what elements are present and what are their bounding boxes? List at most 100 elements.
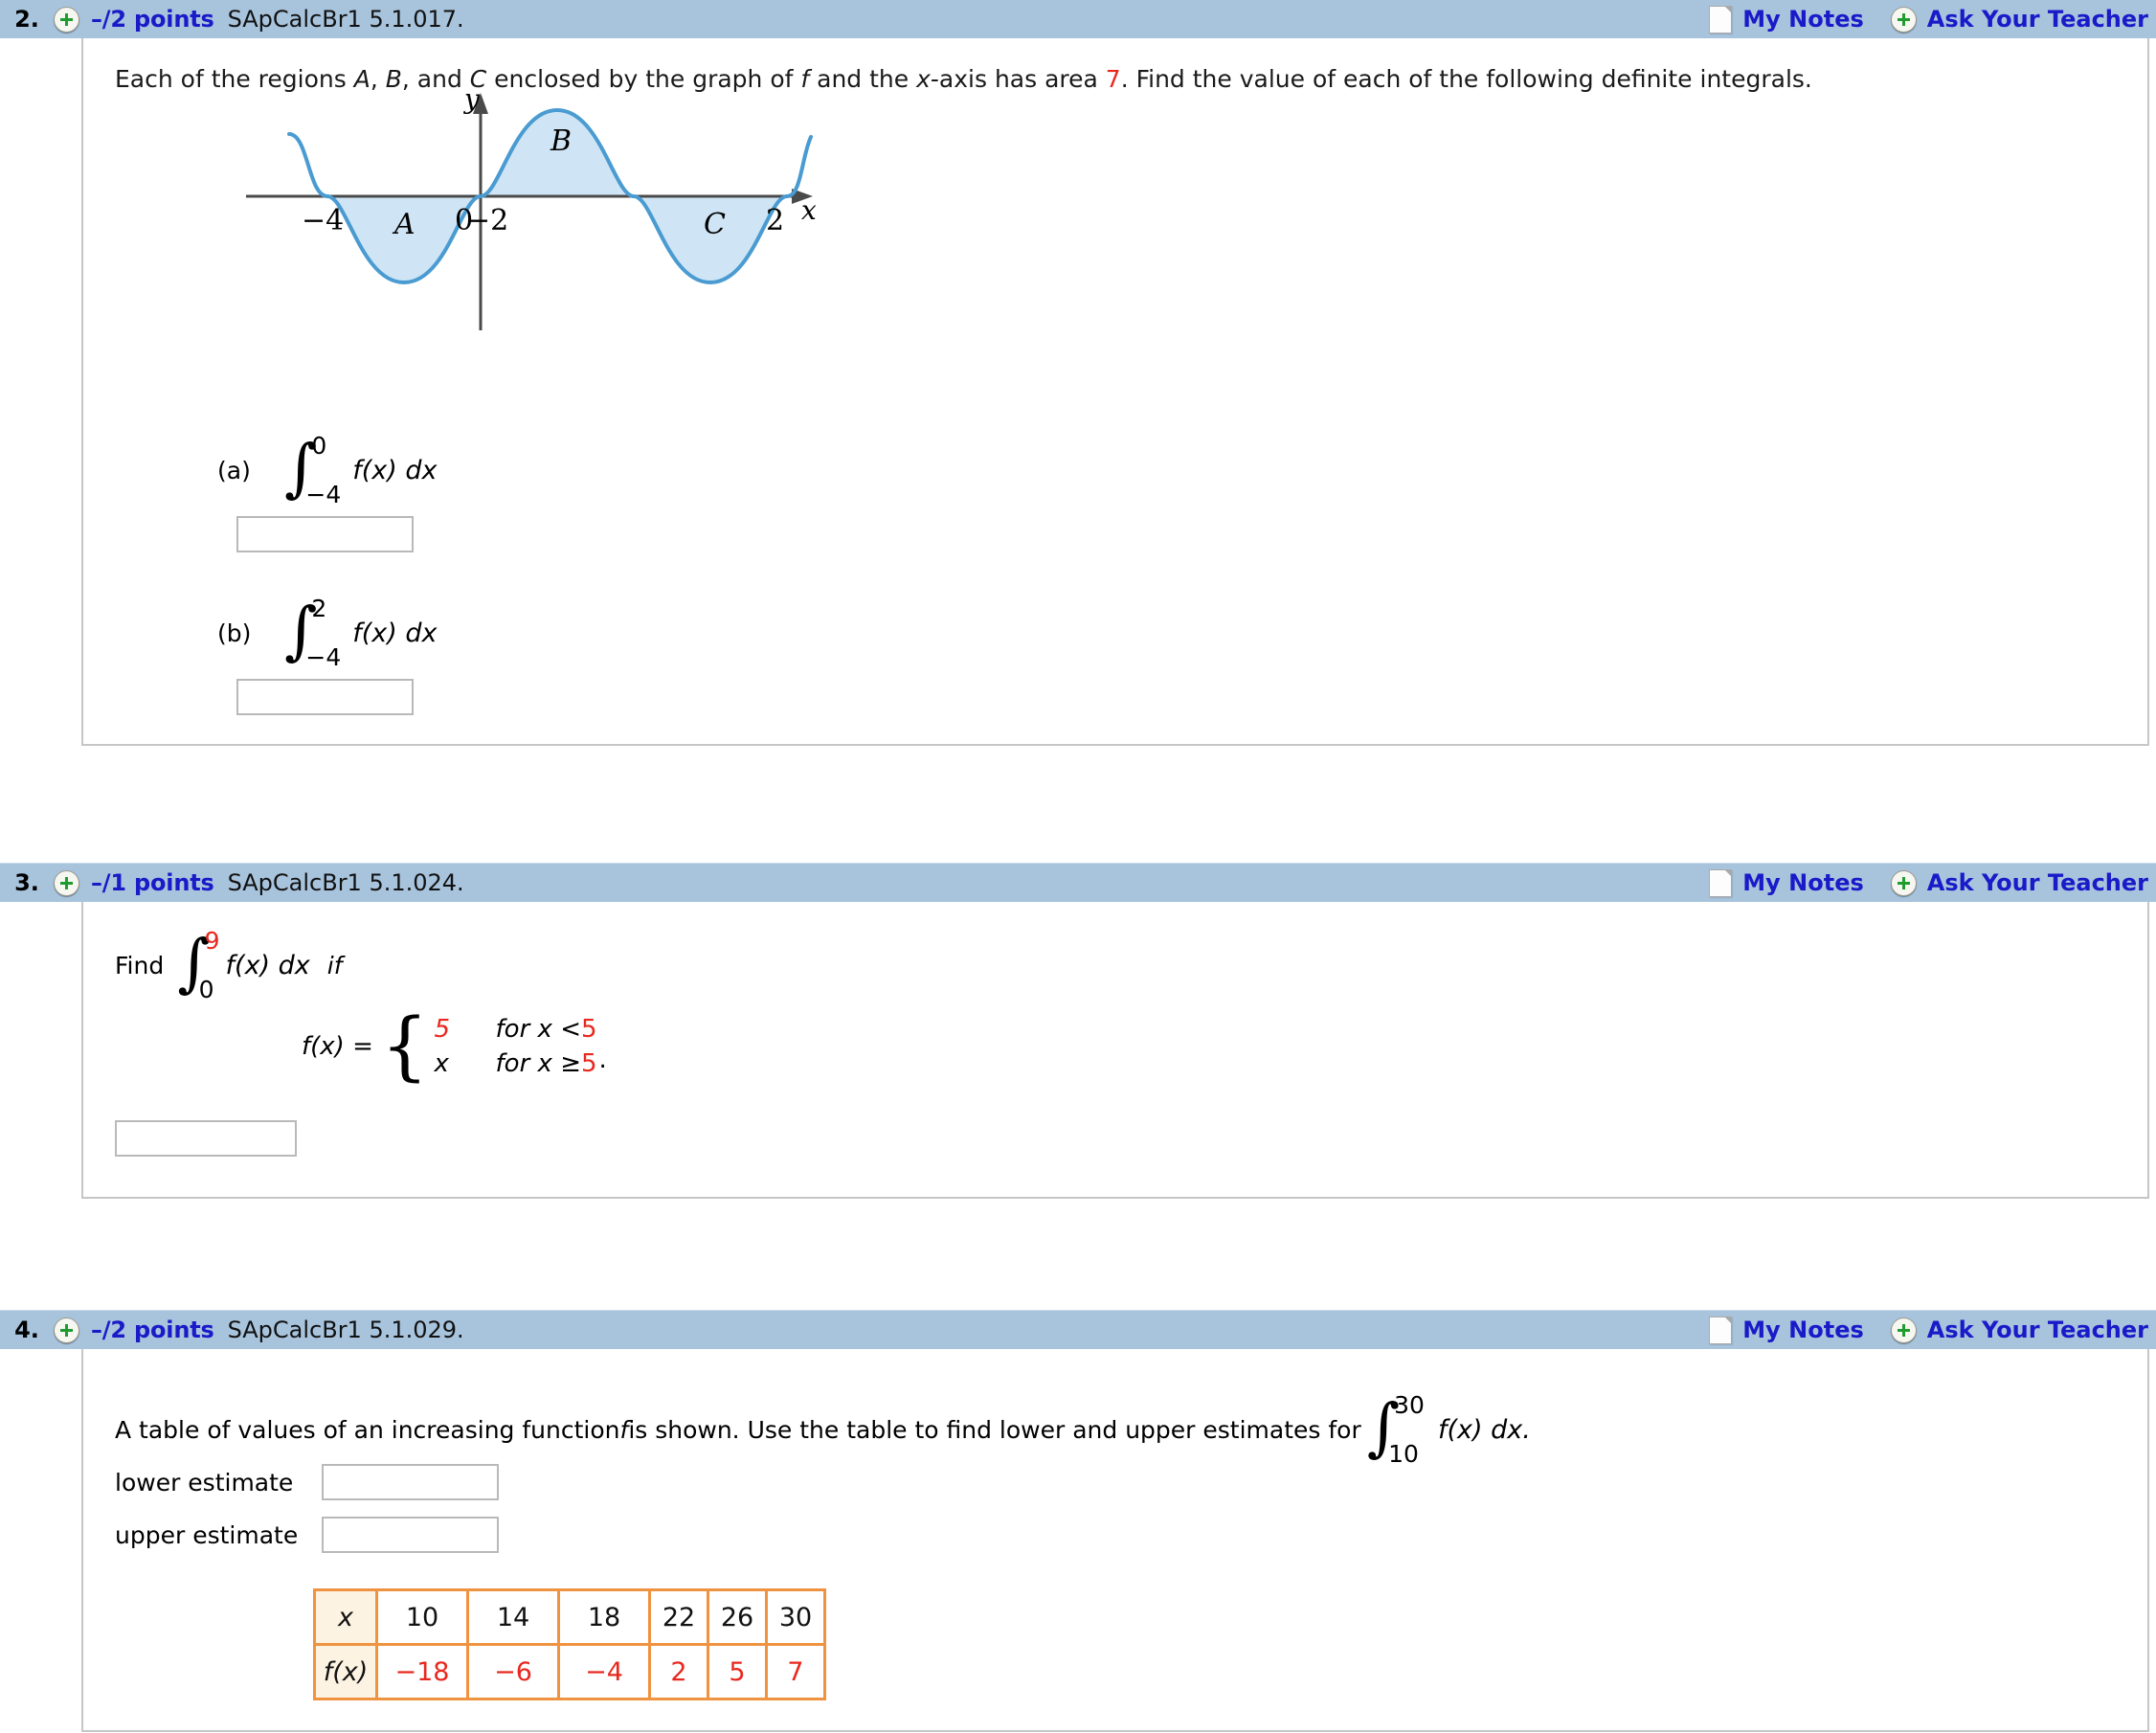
question-header-actions: My Notes Ask Your Teacher [1709, 864, 2148, 902]
function-graph: y x −4 −2 0 2 A B C [227, 83, 820, 359]
fx-cell-0: −18 [375, 1643, 469, 1700]
part-b-label: (b) [217, 619, 252, 647]
points-label: –/2 points [91, 6, 214, 33]
question-3-prompt: Find ∫ 9 0 f(x) dx if [115, 927, 343, 1003]
piecewise-row-2: x for x ≥ 5 [435, 1049, 597, 1078]
if-label: if [326, 951, 343, 979]
x-tick-zero: 0 [455, 204, 474, 237]
points-label: –/1 points [91, 869, 214, 896]
my-notes-link[interactable]: My Notes [1742, 6, 1864, 33]
expand-plus-icon[interactable] [54, 869, 79, 896]
question-number: 4. [14, 1317, 39, 1343]
ask-your-teacher-link[interactable]: Ask Your Teacher [1927, 1317, 2148, 1343]
my-notes-link[interactable]: My Notes [1742, 1317, 1864, 1343]
question-block-4: 4. –/2 points SApCalcBr1 5.1.029. My Not… [0, 1310, 2156, 1732]
left-brace-glyph: { [380, 1002, 429, 1090]
lower-estimate-row: lower estimate [115, 1464, 499, 1500]
piecewise-row-1: 5 for x < 5 [435, 1015, 597, 1044]
region-a-label: A [394, 208, 415, 241]
piecewise-value-1: 5 [434, 1015, 451, 1044]
prompt-text-part1: A table of values of an increasing funct… [115, 1415, 620, 1444]
question-header-4: 4. –/2 points SApCalcBr1 5.1.029. My Not… [0, 1310, 2156, 1349]
prompt-text-part7: . Find the value of each of the followin… [1120, 65, 1812, 93]
question-3-integral: ∫ 9 0 f(x) dx [177, 927, 310, 1003]
expand-plus-icon[interactable] [54, 6, 79, 33]
integral-lower-limit: −4 [305, 643, 342, 671]
question-3-answer-input[interactable] [115, 1120, 297, 1157]
upper-estimate-label: upper estimate [115, 1520, 299, 1549]
question-4-integral: ∫ 30 10 f(x) dx. [1367, 1391, 1531, 1468]
lower-estimate-input[interactable] [322, 1464, 499, 1500]
part-b-answer-input[interactable] [236, 679, 414, 715]
area-value: 7 [1105, 65, 1121, 93]
function-f-ref: f [619, 1415, 629, 1444]
integral-upper-limit: 2 [311, 595, 327, 622]
question-number: 3. [14, 869, 39, 896]
ask-teacher-plus-icon[interactable] [1890, 1317, 1917, 1343]
function-f-ref: f [800, 65, 810, 93]
integral-lower-limit: 10 [1388, 1440, 1419, 1468]
values-table: x 10 14 18 22 26 30 f(x) −18 −6 −4 2 5 7 [313, 1588, 826, 1700]
integrand: f(x) dx. [1437, 1414, 1531, 1445]
x-cell-4: 26 [707, 1588, 768, 1646]
integrand: f(x) dx [352, 618, 438, 648]
piecewise-condition-1-value: 5 [580, 1015, 597, 1044]
integral-lower-limit: −4 [305, 481, 342, 508]
prompt-text-part2: is shown. Use the table to find lower an… [628, 1415, 1361, 1444]
integrand: f(x) dx [352, 455, 438, 485]
x-cell-2: 18 [557, 1588, 651, 1646]
fx-cell-4: 5 [707, 1643, 768, 1700]
ask-teacher-plus-icon[interactable] [1890, 6, 1917, 33]
question-code: SApCalcBr1 5.1.017. [227, 6, 464, 33]
piecewise-period: . [598, 1046, 607, 1074]
region-b-ref: B [385, 65, 402, 93]
row-header-fx: f(x) [313, 1643, 378, 1700]
question-body-3: Find ∫ 9 0 f(x) dx if f(x) = { 5 for x <… [81, 902, 2149, 1199]
piecewise-condition-1: for x < [495, 1015, 581, 1044]
x-tick-two: 2 [766, 204, 785, 237]
upper-estimate-row: upper estimate [115, 1517, 499, 1553]
x-tick-minus4: −4 [302, 204, 345, 237]
question-body-2: Each of the regions A, B, and C enclosed… [81, 38, 2149, 746]
table-row-fx: f(x) −18 −6 −4 2 5 7 [313, 1643, 826, 1700]
x-axis-label: x [801, 194, 817, 226]
note-page-icon[interactable] [1709, 868, 1733, 897]
question-block-2: 2. –/2 points SApCalcBr1 5.1.017. My Not… [0, 0, 2156, 746]
prompt-text-part4: enclosed by the graph of [486, 65, 801, 93]
ask-teacher-plus-icon[interactable] [1890, 869, 1917, 896]
row-header-x: x [313, 1588, 378, 1646]
y-axis-label: y [464, 83, 480, 115]
prompt-text-part5: and the [809, 65, 917, 93]
question-body-4: A table of values of an increasing funct… [81, 1349, 2149, 1732]
table-row-x: x 10 14 18 22 26 30 [313, 1588, 826, 1646]
part-b-integral: ∫ 2 −4 f(x) dx [284, 595, 438, 671]
part-a-integral: ∫ 0 −4 f(x) dx [284, 432, 438, 508]
note-page-icon[interactable] [1709, 5, 1733, 34]
prompt-text-part3: , and [401, 65, 470, 93]
integral-upper-limit: 9 [204, 927, 220, 955]
prompt-text-part2: , [370, 65, 386, 93]
prompt-text-part1: Each of the regions [115, 65, 354, 93]
ask-your-teacher-link[interactable]: Ask Your Teacher [1927, 869, 2148, 896]
my-notes-link[interactable]: My Notes [1742, 869, 1864, 896]
integral-lower-limit: 0 [198, 976, 214, 1003]
fx-cell-3: 2 [648, 1643, 709, 1700]
question-header-actions: My Notes Ask Your Teacher [1709, 0, 2148, 38]
question-block-3: 3. –/1 points SApCalcBr1 5.1.024. My Not… [0, 863, 2156, 1199]
fx-cell-1: −6 [466, 1643, 560, 1700]
upper-estimate-input[interactable] [322, 1517, 499, 1553]
part-a-answer-input[interactable] [236, 516, 414, 552]
region-b-label: B [550, 124, 573, 158]
piecewise-value-2: x [434, 1049, 449, 1078]
integral-limits: 30 10 [1388, 1391, 1425, 1468]
x-cell-1: 14 [466, 1588, 560, 1646]
expand-plus-icon[interactable] [54, 1317, 79, 1343]
integral-upper-limit: 30 [1394, 1391, 1425, 1419]
prompt-text-part6: -axis has area [930, 65, 1106, 93]
question-header-actions: My Notes Ask Your Teacher [1709, 1311, 2148, 1349]
fx-cell-2: −4 [557, 1643, 651, 1700]
note-page-icon[interactable] [1709, 1316, 1733, 1344]
integral-limits: 2 −4 [305, 595, 343, 671]
fx-cell-5: 7 [765, 1643, 826, 1700]
ask-your-teacher-link[interactable]: Ask Your Teacher [1927, 6, 2148, 33]
